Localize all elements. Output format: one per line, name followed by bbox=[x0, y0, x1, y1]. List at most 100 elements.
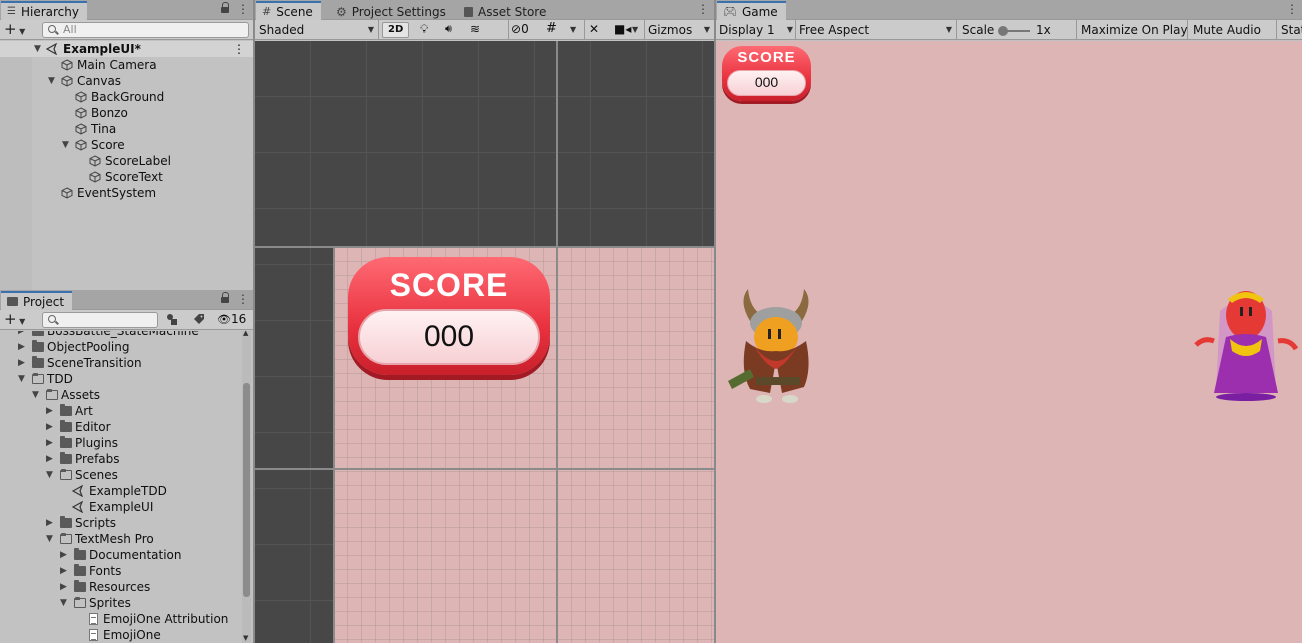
audio-toggle-icon[interactable]: 🔊︎ bbox=[445, 22, 452, 36]
shading-mode-dropdown[interactable]: Shaded ▼ bbox=[259, 21, 374, 39]
hierarchy-item-scorelabel[interactable]: ScoreLabel bbox=[0, 153, 253, 169]
folder-icon bbox=[74, 580, 86, 592]
project-folder-resources[interactable]: ▶ Resources bbox=[0, 579, 241, 595]
collapse-arrow-icon[interactable]: ▼ bbox=[32, 387, 39, 403]
tab-hierarchy[interactable]: ☰ Hierarchy bbox=[1, 1, 87, 20]
project-folder-scripts[interactable]: ▶ Scripts bbox=[0, 515, 241, 531]
open-folder-icon bbox=[32, 373, 44, 384]
project-folder-textmeshpro[interactable]: ▼ TextMesh Pro bbox=[0, 531, 241, 547]
expand-arrow-icon[interactable]: ▶ bbox=[18, 355, 25, 371]
hierarchy-search-input[interactable]: All bbox=[42, 22, 249, 38]
lighting-toggle-icon[interactable]: 💡︎ bbox=[420, 22, 428, 37]
hierarchy-item-main-camera[interactable]: Main Camera bbox=[0, 57, 253, 73]
grid-snap-icon[interactable]: # bbox=[546, 21, 557, 36]
expand-arrow-icon[interactable]: ▶ bbox=[18, 339, 25, 355]
expand-arrow-icon[interactable]: ▶ bbox=[18, 331, 25, 339]
stats-toggle[interactable]: Stats bbox=[1281, 21, 1302, 39]
expand-arrow-icon[interactable]: ▶ bbox=[60, 563, 67, 579]
hierarchy-item-score[interactable]: ▼ Score bbox=[0, 137, 253, 153]
camera-icon[interactable]: ■◂ bbox=[614, 22, 631, 36]
aspect-dropdown[interactable]: Free Aspect ▼ bbox=[799, 21, 952, 39]
project-folder-sprites[interactable]: ▼ Sprites bbox=[0, 595, 241, 611]
expand-arrow-icon[interactable]: ▶ bbox=[60, 579, 67, 595]
expand-arrow-icon[interactable]: ▶ bbox=[46, 403, 53, 419]
effects-toggle-icon[interactable]: ≋ bbox=[470, 22, 480, 36]
hierarchy-item-tina[interactable]: Tina bbox=[0, 121, 253, 137]
score-value-box: 000 bbox=[727, 70, 806, 96]
scene-score-widget[interactable]: SCORE 000 bbox=[348, 257, 550, 375]
project-folder-scenes[interactable]: ▼ Scenes bbox=[0, 467, 241, 483]
tab-scene[interactable]: # Scene bbox=[256, 1, 321, 20]
tools-icon[interactable]: ✕ bbox=[589, 22, 599, 36]
project-folder-editor[interactable]: ▶ Editor bbox=[0, 419, 241, 435]
chevron-down-icon[interactable]: ▼ bbox=[570, 25, 576, 34]
expand-arrow-icon[interactable]: ▶ bbox=[60, 547, 67, 563]
collapse-arrow-icon[interactable]: ▼ bbox=[34, 41, 41, 57]
scroll-up-icon[interactable]: ▲ bbox=[243, 329, 248, 337]
game-viewport[interactable]: SCORE 000 bbox=[716, 41, 1302, 643]
hierarchy-item-eventsystem[interactable]: EventSystem bbox=[0, 185, 253, 201]
hidden-packages-toggle[interactable]: 👁︎16 bbox=[217, 312, 246, 326]
scene-root-row[interactable]: ▼ ExampleUI* ⋮ bbox=[0, 41, 253, 57]
create-asset-button[interactable]: + ▼ bbox=[4, 312, 25, 329]
slider-knob[interactable] bbox=[998, 26, 1008, 36]
display-dropdown[interactable]: Display 1 ▼ bbox=[719, 21, 793, 39]
project-scene-exampleui[interactable]: ExampleUI bbox=[0, 499, 241, 515]
maximize-on-play-toggle[interactable]: Maximize On Play bbox=[1081, 21, 1188, 39]
lock-icon[interactable] bbox=[221, 292, 230, 303]
project-search-input[interactable] bbox=[42, 312, 158, 328]
gizmos-dropdown[interactable]: Gizmos ▼ bbox=[648, 21, 710, 39]
project-folder-plugins[interactable]: ▶ Plugins bbox=[0, 435, 241, 451]
filter-by-label-icon[interactable] bbox=[193, 313, 205, 325]
tab-project[interactable]: Project bbox=[1, 291, 73, 310]
more-menu-icon[interactable]: ⋮ bbox=[237, 2, 249, 16]
project-folder-prefabs[interactable]: ▶ Prefabs bbox=[0, 451, 241, 467]
collapse-arrow-icon[interactable]: ▼ bbox=[48, 73, 55, 89]
search-icon bbox=[48, 315, 56, 323]
toggle-2d-button[interactable]: 2D bbox=[382, 22, 410, 38]
scrollbar-thumb[interactable] bbox=[243, 383, 250, 597]
more-menu-icon[interactable]: ⋮ bbox=[237, 292, 249, 306]
collapse-arrow-icon[interactable]: ▼ bbox=[18, 371, 25, 387]
add-object-button[interactable]: + ▼ bbox=[4, 22, 25, 39]
collapse-arrow-icon[interactable]: ▼ bbox=[60, 595, 67, 611]
scroll-down-icon[interactable]: ▼ bbox=[243, 634, 248, 642]
collapse-arrow-icon[interactable]: ▼ bbox=[46, 531, 53, 547]
hierarchy-item-scoretext[interactable]: ScoreText bbox=[0, 169, 253, 185]
expand-arrow-icon[interactable]: ▶ bbox=[46, 435, 53, 451]
project-folder-fonts[interactable]: ▶ Fonts bbox=[0, 563, 241, 579]
hierarchy-item-background[interactable]: BackGround bbox=[0, 89, 253, 105]
tab-game[interactable]: 🎮︎ Game bbox=[717, 1, 786, 20]
gameobject-icon bbox=[61, 75, 73, 87]
filter-by-type-icon[interactable] bbox=[166, 313, 178, 325]
project-scrollbar[interactable]: ▲ ▼ bbox=[242, 329, 251, 643]
project-folder-art[interactable]: ▶ Art bbox=[0, 403, 241, 419]
more-menu-icon[interactable]: ⋮ bbox=[697, 2, 709, 16]
scene-viewport[interactable]: SCORE 000 bbox=[255, 41, 714, 643]
tab-project-settings[interactable]: ⚙ Project Settings bbox=[330, 1, 454, 20]
project-folder-assets[interactable]: ▼ Assets bbox=[0, 387, 241, 403]
project-folder-bossbattle[interactable]: ▶ BossBattle_StateMachine bbox=[0, 331, 241, 339]
lock-icon[interactable] bbox=[221, 2, 230, 13]
expand-arrow-icon[interactable]: ▶ bbox=[46, 451, 53, 467]
mute-audio-toggle[interactable]: Mute Audio bbox=[1193, 21, 1261, 39]
project-folder-objectpooling[interactable]: ▶ ObjectPooling bbox=[0, 339, 241, 355]
project-file-emojione-attribution[interactable]: EmojiOne Attribution bbox=[0, 611, 241, 627]
expand-arrow-icon[interactable]: ▶ bbox=[46, 419, 53, 435]
scene-visibility-toggle[interactable]: ⊘0 bbox=[511, 22, 529, 36]
tab-asset-store[interactable]: Asset Store bbox=[458, 1, 554, 20]
project-folder-documentation[interactable]: ▶ Documentation bbox=[0, 547, 241, 563]
hierarchy-item-bonzo[interactable]: Bonzo bbox=[0, 105, 253, 121]
scale-slider[interactable] bbox=[998, 26, 1030, 36]
project-folder-tdd[interactable]: ▼ TDD bbox=[0, 371, 241, 387]
more-menu-icon[interactable]: ⋮ bbox=[1286, 2, 1298, 16]
project-folder-scenetransition[interactable]: ▶ SceneTransition bbox=[0, 355, 241, 371]
expand-arrow-icon[interactable]: ▶ bbox=[46, 515, 53, 531]
project-scene-exampletdd[interactable]: ExampleTDD bbox=[0, 483, 241, 499]
collapse-arrow-icon[interactable]: ▼ bbox=[62, 137, 69, 153]
chevron-down-icon[interactable]: ▼ bbox=[632, 25, 638, 34]
hierarchy-item-canvas[interactable]: ▼ Canvas bbox=[0, 73, 253, 89]
collapse-arrow-icon[interactable]: ▼ bbox=[46, 467, 53, 483]
project-file-emojione[interactable]: EmojiOne bbox=[0, 627, 241, 643]
scene-menu-icon[interactable]: ⋮ bbox=[233, 41, 245, 57]
